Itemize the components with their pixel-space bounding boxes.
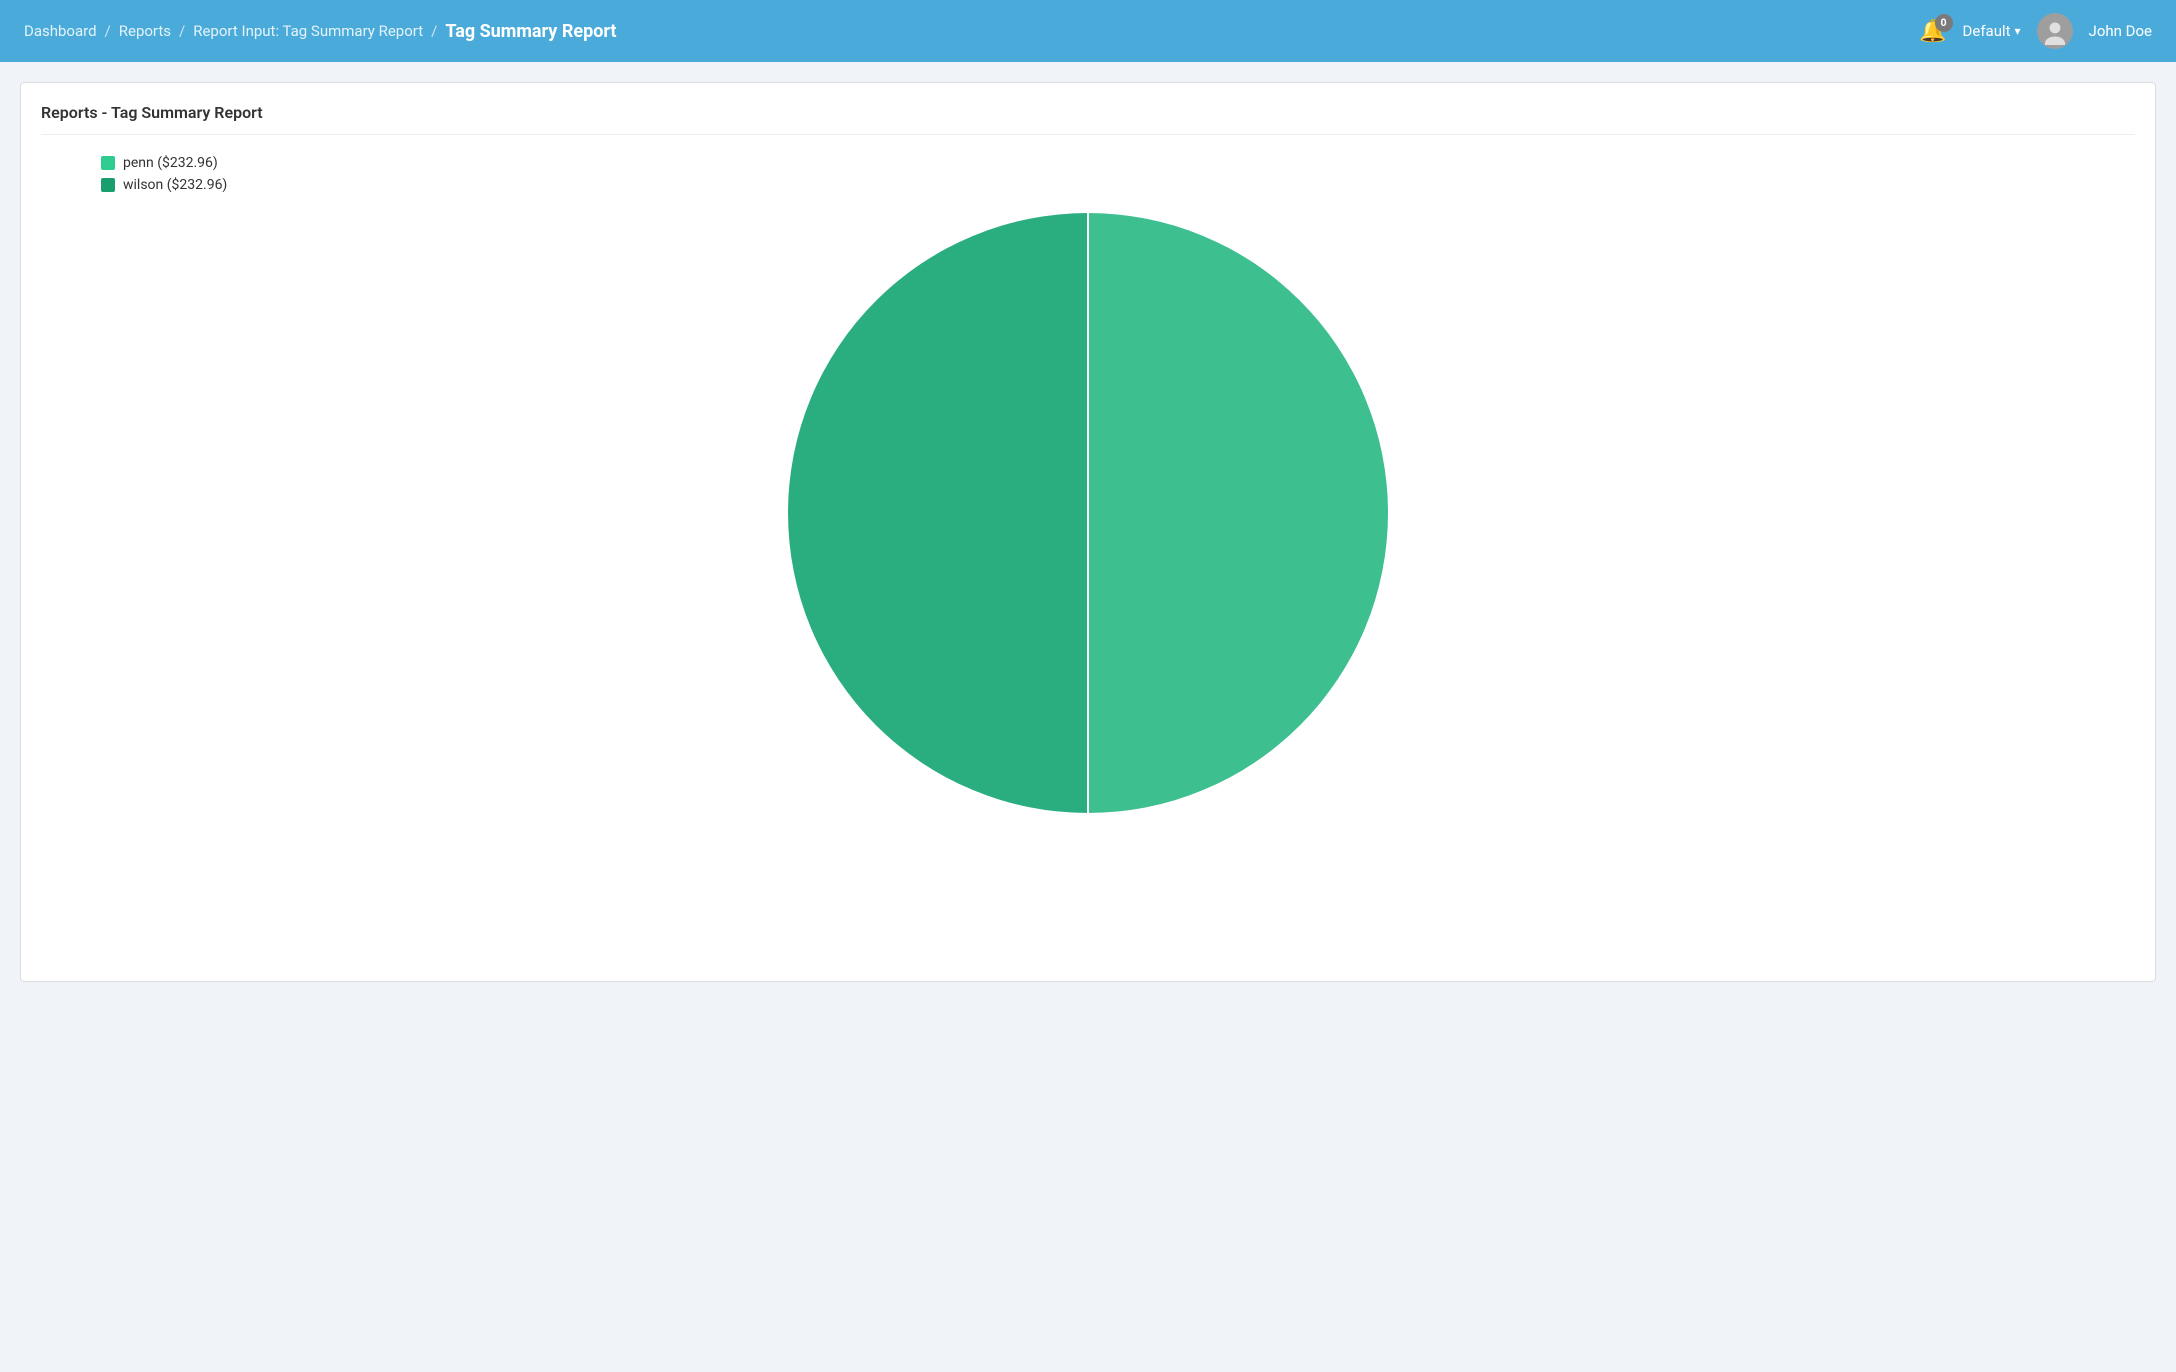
- breadcrumb-dashboard[interactable]: Dashboard: [24, 22, 97, 40]
- breadcrumb-current: Tag Summary Report: [445, 21, 616, 42]
- username: John Doe: [2089, 22, 2152, 40]
- legend-color-penn: [101, 156, 115, 170]
- legend-item-penn: penn ($232.96): [101, 155, 2135, 171]
- header-right: 🔔 0 Default ▾ John Doe: [1919, 13, 2152, 49]
- breadcrumb-report-input[interactable]: Report Input: Tag Summary Report: [193, 22, 423, 40]
- breadcrumb: Dashboard / Reports / Report Input: Tag …: [24, 21, 617, 42]
- chart-container: [41, 203, 2135, 823]
- chart-segment-wilson: [788, 213, 1088, 813]
- breadcrumb-reports[interactable]: Reports: [119, 22, 171, 40]
- chevron-down-icon: ▾: [2015, 24, 2021, 38]
- chart-legend: penn ($232.96) wilson ($232.96): [101, 155, 2135, 193]
- report-card: Reports - Tag Summary Report penn ($232.…: [20, 82, 2156, 982]
- default-dropdown[interactable]: Default ▾: [1963, 22, 2021, 40]
- notification-badge: 0: [1935, 14, 1953, 32]
- report-card-title: Reports - Tag Summary Report: [41, 103, 2135, 135]
- legend-label-penn: penn ($232.96): [123, 155, 218, 171]
- avatar: [2037, 13, 2073, 49]
- pie-chart: [778, 203, 1398, 823]
- chart-segment-penn: [1088, 213, 1388, 813]
- breadcrumb-sep-3: /: [431, 22, 437, 40]
- legend-label-wilson: wilson ($232.96): [123, 177, 227, 193]
- main-content: Reports - Tag Summary Report penn ($232.…: [0, 62, 2176, 1002]
- dropdown-label: Default: [1963, 22, 2011, 40]
- legend-color-wilson: [101, 178, 115, 192]
- legend-item-wilson: wilson ($232.96): [101, 177, 2135, 193]
- header: Dashboard / Reports / Report Input: Tag …: [0, 0, 2176, 62]
- notification-button[interactable]: 🔔 0: [1919, 18, 1946, 44]
- breadcrumb-sep-1: /: [105, 22, 111, 40]
- breadcrumb-sep-2: /: [179, 22, 185, 40]
